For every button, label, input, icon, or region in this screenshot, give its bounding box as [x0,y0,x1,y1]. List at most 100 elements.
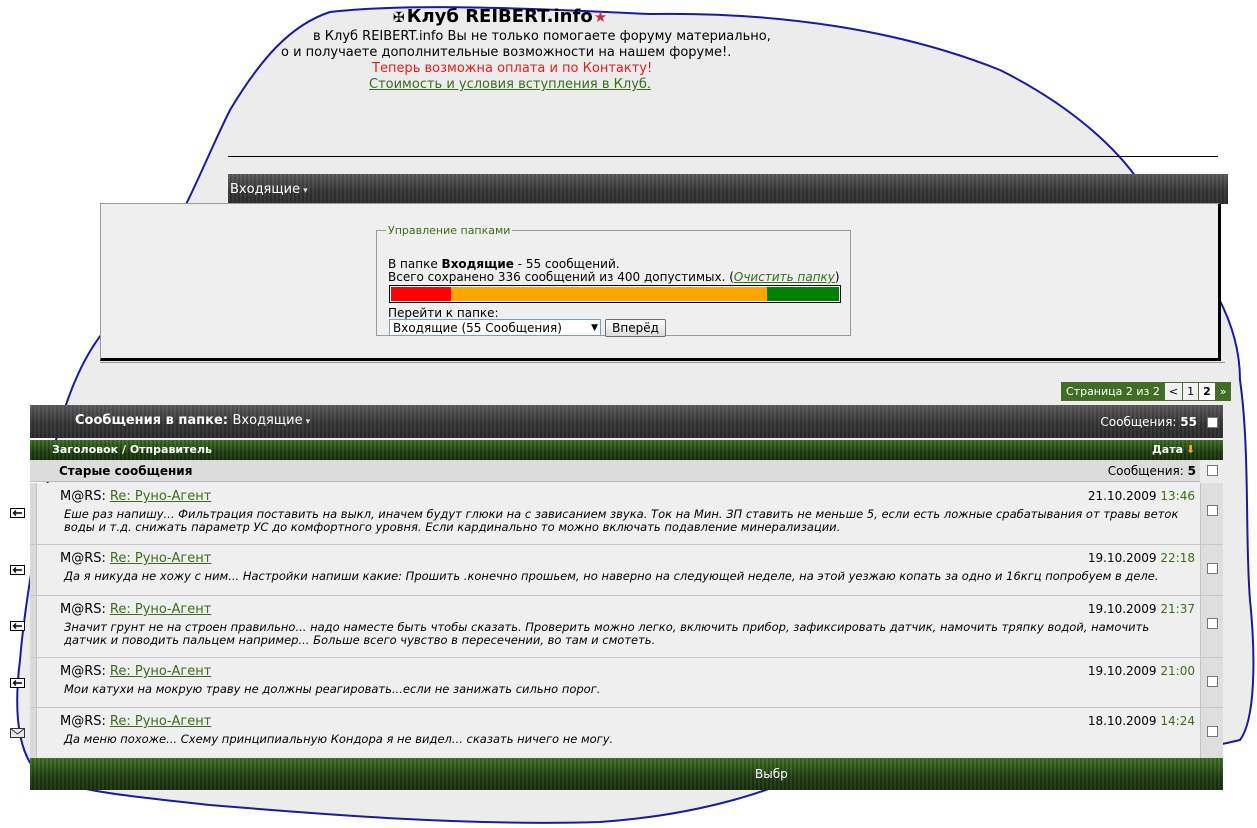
message-icon-cell [30,483,37,544]
go-button[interactable]: Вперёд [605,319,666,337]
message-icon-cell [30,545,37,595]
header-text-line1: в Клуб REIBERT.info Вы не только помогае… [313,29,771,44]
page-1-link[interactable]: 1 [1182,382,1200,401]
current-page: 2 [1198,382,1216,401]
footer-bar [30,758,1223,790]
replied-icon [10,678,25,688]
list-count: Сообщения: 55 [1100,415,1197,429]
usage-segment-green [767,287,839,301]
prev-page-button[interactable]: < [1163,382,1184,401]
message-sender: M@RS: [60,489,106,504]
message-date: 19.10.2009 22:18 [1088,551,1195,565]
message-checkbox[interactable] [1207,505,1218,516]
chevron-down-icon: ▾ [303,186,308,196]
message-date-time: 21:37 [1160,602,1195,616]
storage-text: Всего сохранено 336 сообщений из 400 доп… [388,270,734,284]
list-folder-menu[interactable]: Входящие ▾ [233,413,311,428]
message-date-day: 19.10.2009 [1087,551,1157,565]
message-sender: M@RS: [60,551,106,566]
col-date[interactable]: Дата ⬇ [1152,443,1195,456]
cross-icon: ✠ [393,10,405,26]
message-date: 19.10.2009 21:00 [1088,664,1195,678]
message-row[interactable]: M@RS: Re: Руно-Агент 18.10.2009 14:24 Да ме… [10,708,1223,759]
message-date: 19.10.2009 21:37 [1088,602,1195,616]
list-title: Сообщения в папке: Входящие ▾ [75,413,310,428]
message-date-time: 21:00 [1160,664,1195,678]
storage-summary: Всего сохранено 336 сообщений из 400 доп… [388,270,840,284]
site-title-text: Клуб REIBERT.info [406,6,593,27]
folder-summary: В папке Входящие - 55 сообщений. [388,257,620,271]
folder-management: Управление папками В папке Входящие - 55… [376,224,851,337]
message-header: M@RS: Re: Руно-Агент [60,714,211,729]
message-preview: Да я никуда не хожу с ним... Настройки н… [64,569,1159,583]
header-text-line2: о и получаете дополнительные возможности… [281,45,732,60]
storage-close: ) [834,270,840,284]
message-subject-link[interactable]: Re: Руно-Агент [110,714,211,729]
storage-usage-bar [389,285,841,303]
star-icon: ★ [593,8,608,26]
select-all-checkbox[interactable] [1207,417,1218,428]
list-title-text: Сообщения в папке: [75,413,228,428]
inbox-menu-label: Входящие [230,182,301,197]
page-info: Страница 2 из 2 [1061,382,1165,401]
message-date-day: 19.10.2009 [1087,664,1157,678]
message-subject-link[interactable]: Re: Руно-Агент [110,602,211,617]
message-subject-link[interactable]: Re: Руно-Агент [110,551,211,566]
header-notice: Теперь возможна оплата и по Контакту! [372,61,653,76]
list-count-label: Сообщения: [1100,415,1177,429]
col-date-label: Дата [1152,443,1184,456]
message-row[interactable]: M@RS: Re: Руно-Агент 19.10.2009 21:00 Мои к… [10,658,1223,708]
folder-summary-suffix: - 55 сообщений. [513,257,620,271]
message-row[interactable]: M@RS: Re: Руно-Агент 21.10.2009 13:46 Еше р… [10,483,1223,545]
folder-management-legend: Управление папками [388,224,511,237]
group-title: Старые сообщения [59,464,193,478]
folder-select[interactable]: Входящие (55 Сообщения) ▼ [389,319,601,336]
message-sender: M@RS: [60,714,106,729]
group-count-value: 5 [1187,464,1196,478]
message-checkbox[interactable] [1207,563,1218,574]
inbox-menu[interactable]: Входящие ▾ [230,182,308,197]
message-checkbox[interactable] [1207,618,1218,629]
replied-icon [10,621,25,631]
page-jump-icon[interactable]: » [1214,382,1232,401]
dropdown-arrow-icon: ▼ [591,323,598,333]
read-envelope-icon [10,728,25,738]
message-row[interactable]: M@RS: Re: Руно-Агент 19.10.2009 21:37 Значи… [10,596,1223,658]
pagination: Страница 2 из 2 < 1 2 » [1061,382,1232,401]
message-date-time: 14:24 [1160,714,1195,728]
site-title: ✠ Клуб REIBERT.info★ [393,6,607,27]
message-icon-cell [30,596,37,657]
usage-segment-orange [451,287,768,301]
message-date-day: 18.10.2009 [1087,714,1157,728]
message-date-day: 19.10.2009 [1087,602,1157,616]
folder-summary-name: Входящие [441,257,514,271]
group-select-checkbox[interactable] [1207,465,1218,476]
col-title-sender[interactable]: Заголовок / Отправитель [52,443,212,456]
message-subject-link[interactable]: Re: Руно-Агент [110,664,211,679]
group-row [30,460,1200,482]
group-count-label: Сообщения: [1107,464,1184,478]
message-header: M@RS: Re: Руно-Агент [60,664,211,679]
message-checkbox[interactable] [1207,726,1218,737]
separator [100,362,1225,363]
club-terms-link[interactable]: Стоимость и условия вступления в Клуб. [369,77,651,92]
folder-select-value: Входящие (55 Сообщения) [393,321,562,335]
message-icon-cell [30,658,37,707]
message-subject-link[interactable]: Re: Руно-Агент [110,489,211,504]
message-preview: Еше раз напишу... Фильтрация поставить н… [64,507,1179,534]
sort-desc-icon: ⬇ [1186,443,1196,456]
list-count-value: 55 [1180,415,1197,429]
message-header: M@RS: Re: Руно-Агент [60,602,211,617]
chevron-down-icon: ▾ [305,417,311,427]
message-checkbox[interactable] [1207,676,1218,687]
message-row[interactable]: M@RS: Re: Руно-Агент 19.10.2009 22:18 Да я … [10,545,1223,596]
screenshot: ✠ Клуб REIBERT.info★ в Клуб REIBERT.info … [0,0,1257,828]
replied-icon [10,565,25,575]
footer-select-label[interactable]: Выбр [755,767,788,781]
message-date-time: 13:46 [1160,489,1195,503]
goto-folder-label: Перейти к папке: [388,306,499,320]
clear-folder-link[interactable]: Очистить папку [734,270,835,284]
message-date-day: 21.10.2009 [1087,489,1157,503]
replied-icon [10,508,25,518]
message-date: 18.10.2009 14:24 [1088,714,1195,728]
